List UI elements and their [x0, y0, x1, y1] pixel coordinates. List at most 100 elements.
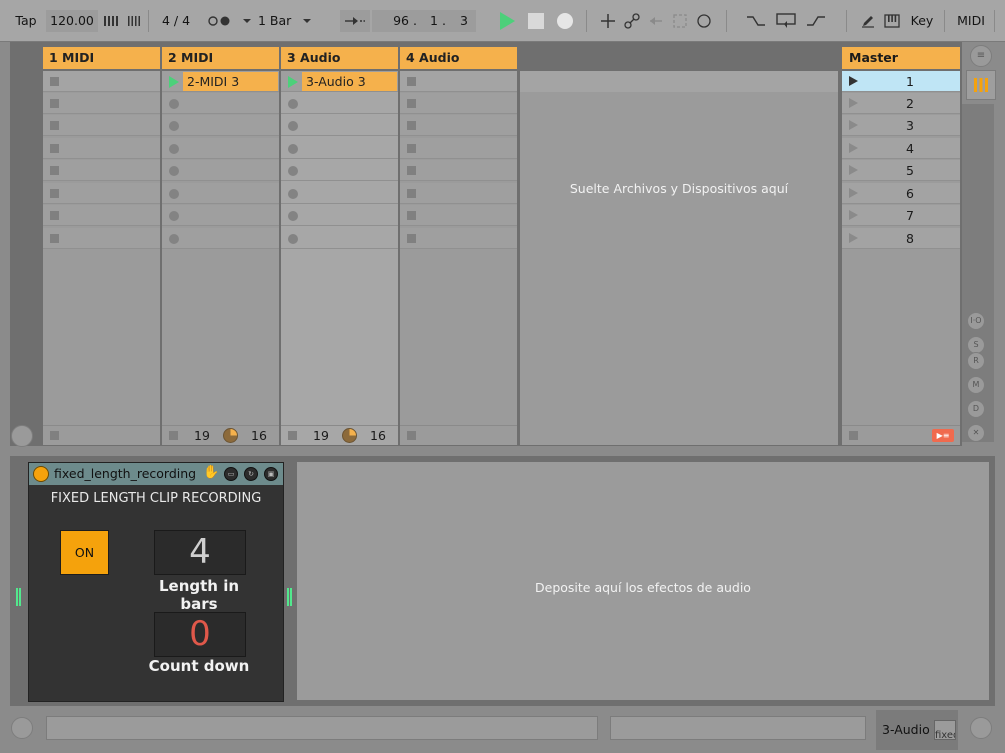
clip-slot[interactable] — [43, 205, 160, 226]
scene-2[interactable]: 2 — [842, 93, 960, 114]
draw-mode-pencil-icon[interactable] — [858, 10, 878, 32]
crossfader-icon[interactable]: ✕ — [967, 424, 985, 442]
clip-slot[interactable] — [162, 228, 279, 249]
stop-button-icon[interactable] — [50, 211, 59, 220]
overdub-plus-icon[interactable] — [598, 10, 618, 32]
record-button-icon[interactable] — [288, 189, 298, 199]
record-button-icon[interactable] — [169, 211, 179, 221]
punch-out-icon[interactable] — [804, 10, 828, 32]
clip-slot[interactable] — [400, 183, 517, 204]
scene-7[interactable]: 7 — [842, 205, 960, 226]
nudge-up-icon[interactable] — [126, 10, 144, 32]
midi-map-button[interactable]: MIDI — [952, 10, 990, 32]
stop-button-icon[interactable] — [50, 121, 59, 130]
master-header[interactable]: Master — [842, 47, 960, 69]
record-button-icon[interactable] — [288, 234, 298, 244]
scene-8[interactable]: 8 — [842, 228, 960, 249]
length-number-box[interactable]: 4 — [154, 530, 246, 575]
clip-slot[interactable] — [162, 205, 279, 226]
device-title-bar[interactable]: fixed_length_recording ✋ ▭ ↻ ▣ — [29, 463, 283, 485]
session-record-icon[interactable] — [694, 10, 714, 32]
device-save-icon[interactable]: ▣ — [264, 467, 278, 481]
back-to-arrangement-icon[interactable] — [646, 10, 666, 32]
clip-slot[interactable] — [400, 71, 517, 92]
clip-slot[interactable]: 3-Audio 3 — [281, 71, 398, 92]
scene-1[interactable]: 1 — [842, 71, 960, 92]
clip-slot[interactable] — [43, 115, 160, 136]
stop-all-clips-icon[interactable]: ▶≡ — [932, 429, 954, 442]
record-button-icon[interactable] — [288, 166, 298, 176]
clip-slot[interactable] — [281, 138, 398, 159]
record-button-icon[interactable] — [288, 211, 298, 221]
clip-slot[interactable] — [43, 183, 160, 204]
scene-3[interactable]: 3 — [842, 115, 960, 136]
quantize-dropdown-icon[interactable] — [300, 10, 314, 32]
record-button-icon[interactable] — [169, 234, 179, 244]
tap-button[interactable]: Tap — [8, 10, 44, 32]
mixer-section-icon[interactable]: M — [967, 376, 985, 394]
clip-slot[interactable] — [43, 228, 160, 249]
scene-6[interactable]: 6 — [842, 183, 960, 204]
clip-slot[interactable] — [43, 93, 160, 114]
stop-clips-icon[interactable] — [288, 431, 297, 440]
clip-play-icon[interactable] — [169, 76, 179, 88]
stop-clips-icon[interactable] — [407, 431, 416, 440]
record-icon[interactable] — [554, 10, 576, 32]
clip-slot[interactable] — [281, 205, 398, 226]
on-toggle-button[interactable]: ON — [60, 530, 109, 575]
record-button-icon[interactable] — [169, 144, 179, 154]
stop-clips-icon[interactable] — [50, 431, 59, 440]
clip-play-icon[interactable] — [288, 76, 298, 88]
record-button-icon[interactable] — [169, 121, 179, 131]
clip-3-audio-3[interactable]: 3-Audio 3 — [302, 72, 397, 91]
clip-slot[interactable] — [43, 138, 160, 159]
clip-slot[interactable] — [281, 115, 398, 136]
clip-slot[interactable] — [400, 93, 517, 114]
menu-icon[interactable]: ≡ — [970, 45, 992, 67]
stop-icon[interactable] — [849, 431, 858, 440]
stop-button-icon[interactable] — [407, 144, 416, 153]
countdown-number-box[interactable]: 0 — [154, 612, 246, 657]
record-button-icon[interactable] — [169, 166, 179, 176]
track-header[interactable]: 4 Audio — [400, 47, 517, 69]
clip-2-midi-3[interactable]: 2-MIDI 3 — [183, 72, 278, 91]
automation-arm-icon[interactable] — [622, 10, 642, 32]
detail-toggle-icon[interactable] — [970, 717, 992, 739]
stop-button-icon[interactable] — [407, 211, 416, 220]
stop-button-icon[interactable] — [407, 166, 416, 175]
scene-4[interactable]: 4 — [842, 138, 960, 159]
clip-slot[interactable] — [400, 160, 517, 181]
record-button-icon[interactable] — [288, 121, 298, 131]
clip-slot[interactable] — [281, 93, 398, 114]
track-header[interactable]: 1 MIDI — [43, 47, 160, 69]
selected-track-indicator[interactable]: 3-Audio fixed — [876, 710, 958, 750]
stop-button-icon[interactable] — [407, 121, 416, 130]
device-chain-thumbnail[interactable]: fixed — [934, 720, 956, 740]
scene-5[interactable]: 5 — [842, 160, 960, 181]
quantize-menu[interactable]: 1 Bar — [258, 10, 300, 32]
clip-slot[interactable] — [281, 228, 398, 249]
clip-slot[interactable] — [281, 183, 398, 204]
audio-effects-drop-zone[interactable]: Deposite aquí los efectos de audio — [297, 462, 989, 700]
loop-icon[interactable] — [774, 10, 798, 32]
clip-slot[interactable] — [43, 71, 160, 92]
clip-slot[interactable] — [162, 138, 279, 159]
stop-button-icon[interactable] — [407, 189, 416, 198]
metronome-dropdown-icon[interactable] — [240, 10, 254, 32]
stop-button-icon[interactable] — [407, 77, 416, 86]
capture-midi-icon[interactable] — [670, 10, 690, 32]
clip-slot[interactable] — [162, 160, 279, 181]
clip-slot[interactable] — [400, 115, 517, 136]
clip-slot[interactable] — [162, 115, 279, 136]
track-header[interactable]: 3 Audio — [281, 47, 398, 69]
time-signature[interactable]: 4 / 4 — [152, 10, 200, 32]
delay-section-icon[interactable]: D — [967, 400, 985, 418]
nudge-down-icon[interactable] — [102, 10, 120, 32]
clip-slot[interactable] — [281, 160, 398, 181]
stop-button-icon[interactable] — [50, 189, 59, 198]
metronome-icon[interactable] — [206, 10, 236, 32]
clip-slot[interactable] — [400, 205, 517, 226]
clip-slot[interactable] — [43, 160, 160, 181]
track-header[interactable]: 2 MIDI — [162, 47, 279, 69]
arrangement-toggle-icon[interactable] — [11, 717, 33, 739]
